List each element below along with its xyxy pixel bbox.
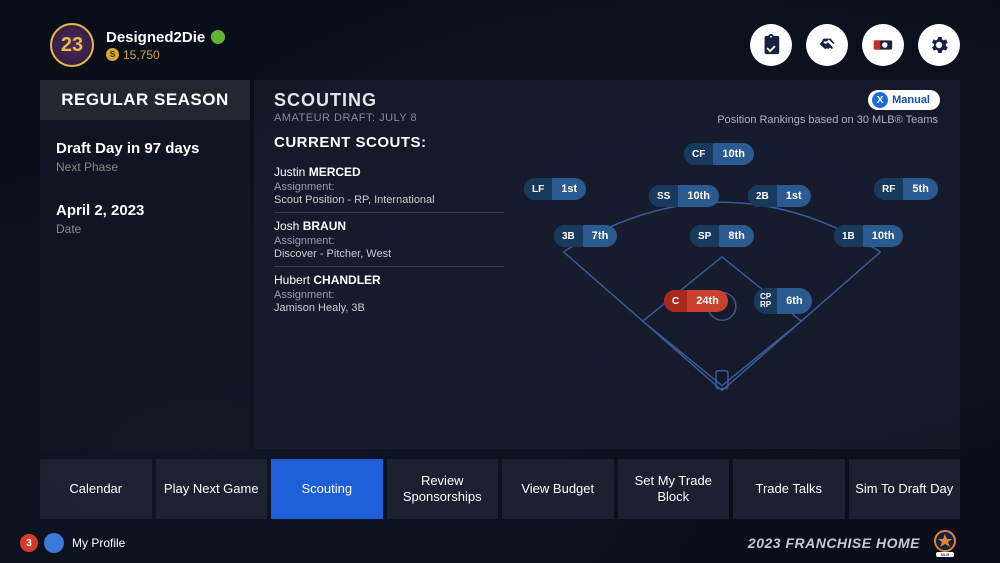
position-label: 1B <box>834 225 863 247</box>
position-c[interactable]: C 24th <box>664 290 728 312</box>
nav-trade-talks[interactable]: Trade Talks <box>733 459 845 519</box>
rankings-note: Position Rankings based on 30 MLB® Teams <box>717 114 938 126</box>
player-info: Designed2Die S 15,750 <box>106 29 225 62</box>
mlb-icon <box>872 34 894 56</box>
scout-assignment-label: Assignment: <box>274 181 504 193</box>
scout-assignment: Discover - Pitcher, West <box>274 248 504 260</box>
position-rf[interactable]: RF 5th <box>874 178 938 200</box>
nav-view-budget[interactable]: View Budget <box>502 459 614 519</box>
team-logo-icon: MLB <box>930 528 960 558</box>
position-label: 2B <box>748 185 777 207</box>
scout-item[interactable]: Josh BRAUN Assignment: Discover - Pitche… <box>274 213 504 267</box>
header-bar: 23 Designed2Die S 15,750 <box>0 0 1000 80</box>
position-rank: 10th <box>863 230 904 242</box>
position-label: 3B <box>554 225 583 247</box>
position-1b[interactable]: 1B 10th <box>834 225 903 247</box>
notification-badge: 3 <box>20 534 38 552</box>
position-ss[interactable]: SS 10th <box>649 185 719 207</box>
position-label: C <box>664 290 687 312</box>
position-rank: 10th <box>713 148 754 160</box>
position-cprp[interactable]: CPRP 6th <box>754 288 812 314</box>
manual-toggle[interactable]: X Manual <box>868 90 940 110</box>
side-panel: REGULAR SEASON Draft Day in 97 days Next… <box>40 80 250 449</box>
x-button-icon: X <box>872 92 888 108</box>
current-date: April 2, 2023 Date <box>56 202 234 236</box>
player-name: Designed2Die <box>106 29 205 46</box>
field-diagram: CF 10th LF 1st SS 10th 2B 1st <box>504 140 940 433</box>
stubs-icon: S <box>106 48 119 61</box>
position-3b[interactable]: 3B 7th <box>554 225 617 247</box>
scouting-subtitle: AMATEUR DRAFT: JULY 8 <box>274 112 504 124</box>
nav-review-sponsorships[interactable]: Review Sponsorships <box>387 459 499 519</box>
handshake-icon <box>816 34 838 56</box>
nav-scouting[interactable]: Scouting <box>271 459 383 519</box>
currency-amount: 15,750 <box>123 48 160 62</box>
player-number-badge: 23 <box>50 23 94 67</box>
nav-sim-to-draft-day[interactable]: Sim To Draft Day <box>849 459 961 519</box>
position-rank: 1st <box>552 183 586 195</box>
draft-countdown-main: Draft Day in 97 days <box>56 140 234 157</box>
position-label: SS <box>649 185 678 207</box>
main-panel: SCOUTING AMATEUR DRAFT: JULY 8 CURRENT S… <box>254 80 960 449</box>
scout-last: MERCED <box>309 165 361 179</box>
manual-label: Manual <box>892 94 930 106</box>
position-rank: 24th <box>687 295 728 307</box>
bottom-nav: Calendar Play Next Game Scouting Review … <box>0 449 1000 519</box>
gear-icon <box>928 34 950 56</box>
position-label: RF <box>874 178 903 200</box>
position-rank: 7th <box>583 230 618 242</box>
position-rank: 5th <box>903 183 938 195</box>
franchise-home-title: 2023 FRANCHISE HOME <box>748 535 920 551</box>
scout-item[interactable]: Justin MERCED Assignment: Scout Position… <box>274 159 504 213</box>
handshake-button[interactable] <box>806 24 848 66</box>
position-sp[interactable]: SP 8th <box>690 225 754 247</box>
settings-button[interactable] <box>918 24 960 66</box>
position-rank: 10th <box>678 190 719 202</box>
position-rank: 1st <box>777 190 811 202</box>
nav-calendar[interactable]: Calendar <box>40 459 152 519</box>
scout-assignment: Jamison Healy, 3B <box>274 302 504 314</box>
scout-assignment-label: Assignment: <box>274 289 504 301</box>
scout-assignment: Scout Position - RP, International <box>274 194 504 206</box>
draft-countdown: Draft Day in 97 days Next Phase <box>56 140 234 174</box>
position-2b[interactable]: 2B 1st <box>748 185 811 207</box>
scout-first: Justin <box>274 165 305 179</box>
scout-last: BRAUN <box>303 219 346 233</box>
scout-assignment-label: Assignment: <box>274 235 504 247</box>
position-cf[interactable]: CF 10th <box>684 143 754 165</box>
position-label: SP <box>690 225 719 247</box>
footer-bar: 3 My Profile 2023 FRANCHISE HOME MLB <box>0 519 1000 563</box>
scout-first: Josh <box>274 219 299 233</box>
clipboard-icon <box>760 34 782 56</box>
season-title: REGULAR SEASON <box>40 80 250 120</box>
scout-first: Hubert <box>274 273 310 287</box>
scout-item[interactable]: Hubert CHANDLER Assignment: Jamison Heal… <box>274 267 504 320</box>
current-scouts-title: CURRENT SCOUTS: <box>274 134 504 151</box>
scouting-title: SCOUTING <box>274 90 504 111</box>
position-label: CPRP <box>754 288 777 314</box>
clipboard-button[interactable] <box>750 24 792 66</box>
position-lf[interactable]: LF 1st <box>524 178 586 200</box>
nav-play-next-game[interactable]: Play Next Game <box>156 459 268 519</box>
position-label: LF <box>524 178 552 200</box>
draft-countdown-label: Next Phase <box>56 160 234 174</box>
my-profile-label: My Profile <box>72 536 125 550</box>
svg-text:MLB: MLB <box>941 552 950 557</box>
scout-last: CHANDLER <box>313 273 380 287</box>
mlb-button[interactable] <box>862 24 904 66</box>
current-date-main: April 2, 2023 <box>56 202 234 219</box>
position-label: CF <box>684 143 713 165</box>
my-profile-button[interactable]: 3 My Profile <box>20 533 125 553</box>
current-date-label: Date <box>56 222 234 236</box>
position-rank: 6th <box>777 295 812 307</box>
position-rank: 8th <box>719 230 754 242</box>
profile-icon <box>44 533 64 553</box>
nav-set-trade-block[interactable]: Set My Trade Block <box>618 459 730 519</box>
xbox-icon <box>211 30 225 44</box>
